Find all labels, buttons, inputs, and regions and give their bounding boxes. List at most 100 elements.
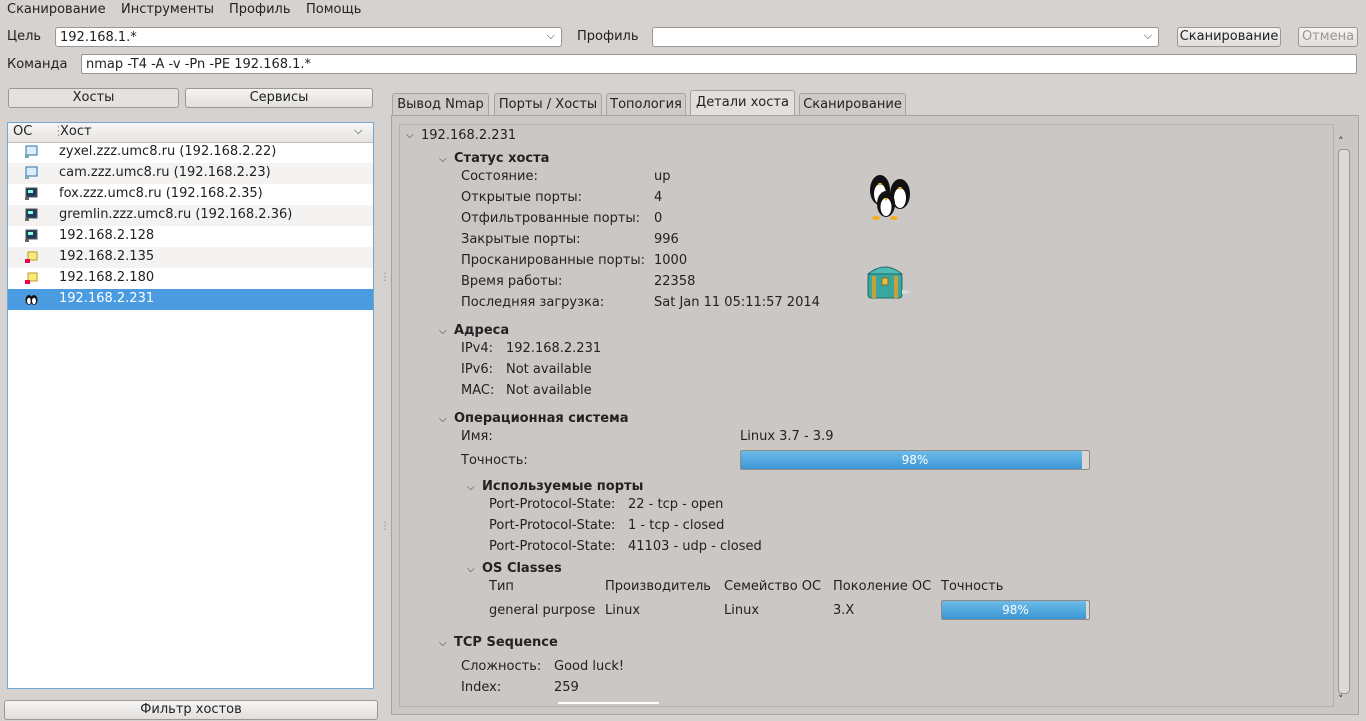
target-label: Цель	[7, 29, 42, 44]
os-name-value: Linux 3.7 - 3.9	[740, 429, 834, 444]
command-value[interactable]: nmap -T4 -A -v -Pn -PE 192.168.1.*	[86, 57, 311, 72]
status-key: Просканированные порты:	[461, 253, 646, 268]
addresses-header: Адреса	[454, 323, 510, 338]
cancel-button[interactable]: Отмена	[1298, 27, 1358, 47]
command-input[interactable]: nmap -T4 -A -v -Pn -PE 192.168.1.*	[81, 54, 1357, 74]
os-accuracy-text: 98%	[901, 453, 929, 467]
tab-topology[interactable]: Топология	[606, 93, 686, 115]
os-classes-col: Производитель	[605, 579, 711, 594]
menu-tools[interactable]: Инструменты	[121, 2, 214, 17]
unknown-os-icon	[25, 272, 38, 284]
target-value[interactable]: 192.168.1.*	[60, 30, 137, 45]
status-key: Отфильтрованные порты:	[461, 211, 641, 226]
menu-profile[interactable]: Профиль	[229, 2, 291, 17]
hosts-button[interactable]: Хосты	[8, 88, 179, 108]
status-value: 1000	[654, 253, 688, 268]
computer-icon	[25, 229, 38, 242]
tab-scans[interactable]: Сканирование	[799, 93, 906, 115]
os-classes-header: OS Classes	[482, 561, 562, 576]
host-name: zyxel.zzz.umc8.ru (192.168.2.22)	[59, 144, 277, 159]
port-value: 22 - tcp - open	[628, 497, 724, 512]
host-name: 192.168.2.135	[59, 249, 155, 264]
tcp-difficulty-value: Good luck!	[554, 659, 625, 674]
host-row[interactable]: 192.168.2.135	[8, 247, 373, 268]
host-name: 192.168.2.180	[59, 270, 155, 285]
column-host[interactable]: Хост	[60, 124, 92, 139]
tab-nmap-output[interactable]: Вывод Nmap	[392, 93, 489, 115]
host-row[interactable]: zyxel.zzz.umc8.ru (192.168.2.22)	[8, 142, 373, 163]
menu-scan[interactable]: Сканирование	[7, 2, 106, 17]
host-row-selected[interactable]: 192.168.2.231	[8, 289, 373, 310]
menu-help[interactable]: Помощь	[306, 2, 361, 17]
chevron-down-icon[interactable]: ⌵	[354, 124, 362, 138]
chevron-down-icon[interactable]: ⌵	[467, 564, 475, 575]
os-header: Операционная система	[454, 411, 629, 426]
status-value: Sat Jan 11 05:11:57 2014	[654, 295, 820, 310]
computer-icon	[25, 187, 38, 200]
host-row[interactable]: fox.zzz.umc8.ru (192.168.2.35)	[8, 184, 373, 205]
monitor-icon	[25, 145, 38, 158]
status-key: Закрытые порты:	[461, 232, 581, 247]
host-filter-button[interactable]: Фильтр хостов	[4, 700, 378, 720]
port-key: Port-Protocol-State:	[489, 497, 616, 512]
os-class-vendor: Linux	[605, 603, 641, 618]
tab-ports-hosts[interactable]: Порты / Хосты	[494, 93, 602, 115]
os-class-generation: 3.X	[833, 603, 855, 618]
address-value: Not available	[506, 383, 592, 398]
splitter-handle[interactable]: ⋮	[380, 521, 390, 532]
status-key: Открытые порты:	[461, 190, 583, 205]
treasure-chest-icon	[866, 266, 912, 299]
command-label: Команда	[7, 57, 68, 72]
host-row[interactable]: cam.zzz.umc8.ru (192.168.2.23)	[8, 163, 373, 184]
column-os[interactable]: ОС	[13, 124, 32, 139]
tcp-index-value: 259	[554, 680, 579, 695]
chevron-down-icon[interactable]: ⌵	[406, 130, 414, 141]
host-name: fox.zzz.umc8.ru (192.168.2.35)	[59, 186, 263, 201]
host-list: ОС ⋮ Хост ⌵ zyxel.zzz.umc8.ru (192.168.2…	[7, 122, 374, 689]
chevron-down-icon[interactable]: ⌵	[439, 414, 447, 425]
status-value: 4	[654, 190, 663, 205]
scrollbar-thumb[interactable]	[1338, 149, 1350, 694]
port-key: Port-Protocol-State:	[489, 539, 616, 554]
chevron-down-icon[interactable]: ⌵	[547, 29, 555, 43]
host-list-header: ОС ⋮ Хост ⌵	[8, 123, 373, 143]
monitor-icon	[25, 166, 38, 179]
os-accuracy-bar: 98%	[740, 450, 1090, 470]
scroll-up-icon[interactable]: ˄	[1338, 135, 1344, 148]
target-combo[interactable]: 192.168.1.* ⌵	[55, 27, 562, 47]
chevron-down-icon[interactable]: ⌵	[467, 482, 475, 493]
computer-icon	[25, 208, 38, 221]
address-value: 192.168.2.231	[506, 341, 602, 356]
status-key: Последняя загрузка:	[461, 295, 605, 310]
os-classes-col: Точность	[941, 579, 1004, 594]
port-value: 1 - tcp - closed	[628, 518, 725, 533]
status-key: Время работы:	[461, 274, 563, 289]
status-value: 996	[654, 232, 679, 247]
host-row[interactable]: gremlin.zzz.umc8.ru (192.168.2.36)	[8, 205, 373, 226]
tab-host-details[interactable]: Детали хоста	[690, 90, 795, 116]
services-button[interactable]: Сервисы	[185, 88, 373, 108]
os-classes-col: Поколение ОС	[833, 579, 932, 594]
status-key: Состояние:	[461, 169, 538, 184]
linux-penguins-icon	[870, 175, 910, 220]
scroll-down-icon[interactable]: ˅	[1338, 693, 1344, 706]
chevron-down-icon[interactable]: ⌵	[1144, 29, 1152, 43]
scrollbar[interactable]: ˄ ˅	[1336, 135, 1350, 707]
chevron-down-icon[interactable]: ⌵	[439, 638, 447, 649]
chevron-down-icon[interactable]: ⌵	[439, 154, 447, 165]
host-row[interactable]: 192.168.2.180	[8, 268, 373, 289]
splitter-handle[interactable]: ⋮	[380, 272, 390, 283]
address-key: IPv6:	[461, 362, 494, 377]
chevron-down-icon[interactable]: ⌵	[439, 326, 447, 337]
host-name: gremlin.zzz.umc8.ru (192.168.2.36)	[59, 207, 293, 222]
address-key: IPv4:	[461, 341, 494, 356]
tcp-difficulty-label: Сложность:	[461, 659, 542, 674]
os-classes-col: Тип	[489, 579, 514, 594]
os-accuracy-label: Точность:	[461, 453, 528, 468]
os-name-label: Имя:	[461, 429, 493, 444]
host-row[interactable]: 192.168.2.128	[8, 226, 373, 247]
scan-button[interactable]: Сканирование	[1177, 27, 1281, 47]
os-class-family: Linux	[724, 603, 760, 618]
profile-combo[interactable]: ⌵	[652, 27, 1159, 47]
host-title: 192.168.2.231	[421, 128, 517, 143]
